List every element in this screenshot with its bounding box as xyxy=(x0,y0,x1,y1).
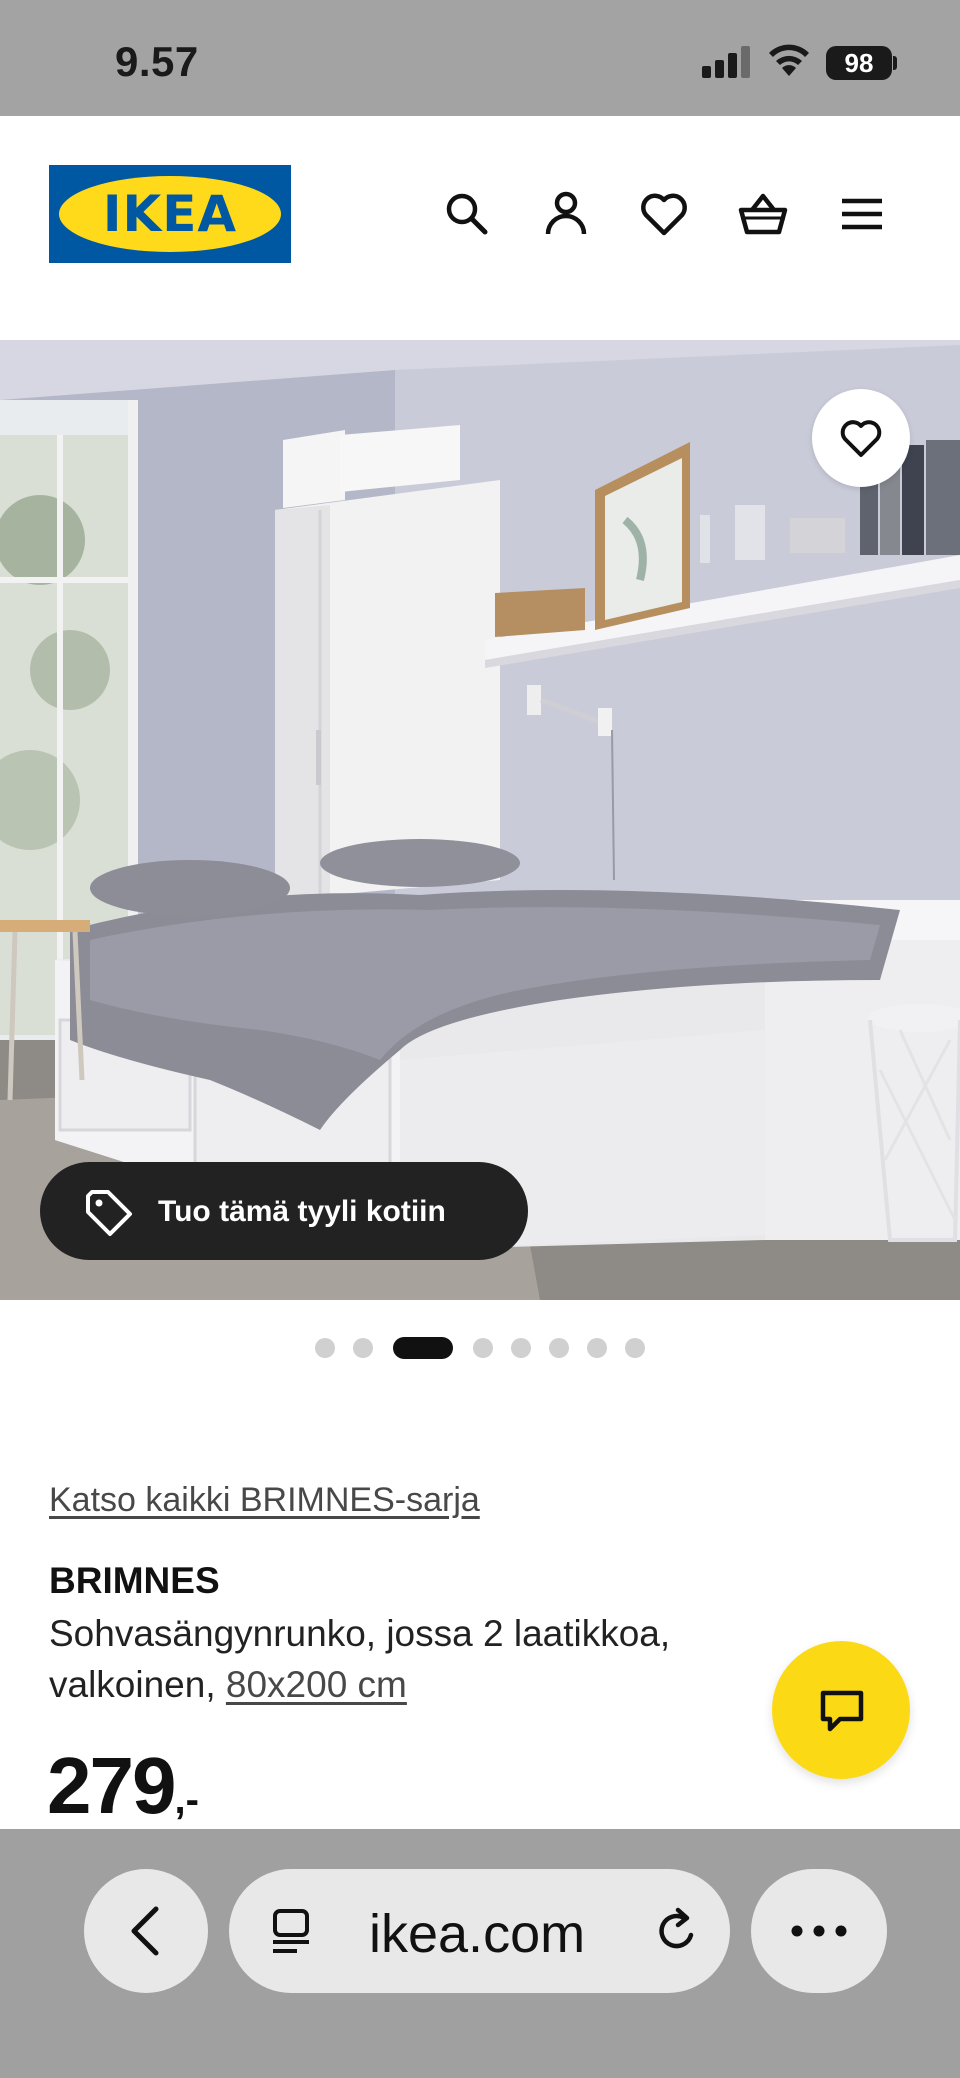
price-suffix: ,- xyxy=(174,1778,199,1822)
pager-dot[interactable] xyxy=(625,1338,645,1358)
reload-icon[interactable] xyxy=(651,1905,703,1957)
site-header: IKEA xyxy=(0,116,960,340)
browser-back-button[interactable] xyxy=(84,1869,208,1993)
browser-toolbar: ikea.com xyxy=(0,1829,960,2078)
cellular-signal-icon xyxy=(702,46,750,78)
pager-dot[interactable] xyxy=(315,1338,335,1358)
carousel-pager xyxy=(0,1336,960,1360)
wifi-icon xyxy=(769,44,809,76)
chat-button[interactable] xyxy=(772,1641,910,1779)
pager-dot-active[interactable] xyxy=(393,1337,453,1359)
status-bar: 9.57 98 xyxy=(0,0,960,116)
product-description: Sohvasängynrunko, jossa 2 laatikkoa, val… xyxy=(49,1608,769,1710)
address-bar[interactable]: ikea.com xyxy=(229,1869,730,1993)
pager-dot[interactable] xyxy=(511,1338,531,1358)
ikea-logo[interactable]: IKEA xyxy=(49,165,291,263)
size-link[interactable]: 80x200 cm xyxy=(226,1664,407,1705)
heart-icon xyxy=(840,420,882,457)
price-tag-icon xyxy=(86,1190,132,1236)
logo-text: IKEA xyxy=(102,185,238,243)
pager-dot[interactable] xyxy=(549,1338,569,1358)
pager-dot[interactable] xyxy=(353,1338,373,1358)
url-text: ikea.com xyxy=(369,1904,586,1964)
chevron-left-icon xyxy=(131,1906,159,1956)
product-price: 279,- xyxy=(47,1740,199,1832)
page-menu-icon xyxy=(273,1909,309,1953)
price-value: 279 xyxy=(47,1741,176,1830)
pager-dot[interactable] xyxy=(473,1338,493,1358)
product-image-carousel[interactable]: Tuo tämä tyyli kotiin xyxy=(0,340,960,1300)
pager-dot[interactable] xyxy=(587,1338,607,1358)
favourites-icon[interactable] xyxy=(638,188,690,240)
shop-the-look-label: Tuo tämä tyyli kotiin xyxy=(158,1195,446,1228)
menu-icon[interactable] xyxy=(836,188,888,240)
search-icon[interactable] xyxy=(441,188,493,240)
battery-nub xyxy=(893,56,897,70)
product-name: BRIMNES xyxy=(49,1560,220,1601)
chat-icon xyxy=(820,1690,864,1732)
series-link[interactable]: Katso kaikki BRIMNES-sarja xyxy=(49,1481,480,1520)
shop-the-look-button[interactable]: Tuo tämä tyyli kotiin xyxy=(40,1162,528,1260)
add-to-favourites-button[interactable] xyxy=(812,389,910,487)
basket-icon[interactable] xyxy=(737,188,789,240)
more-icon xyxy=(791,1925,847,1937)
bedroom-photo xyxy=(0,340,960,1300)
battery-indicator: 98 xyxy=(826,46,892,80)
browser-more-button[interactable] xyxy=(751,1869,887,1993)
status-time: 9.57 xyxy=(115,38,199,85)
account-icon[interactable] xyxy=(540,188,592,240)
